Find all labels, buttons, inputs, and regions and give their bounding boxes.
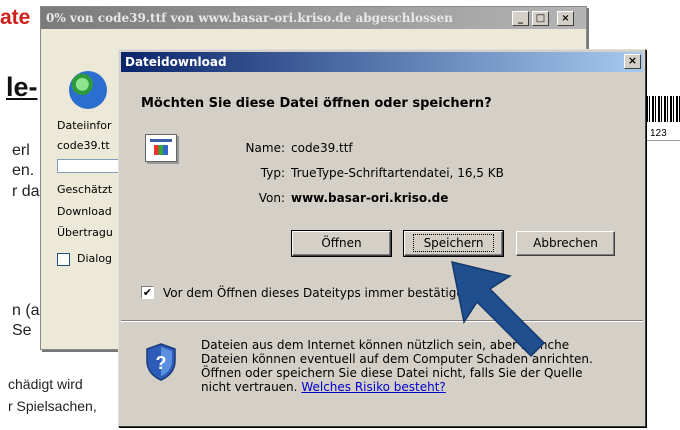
page-text-line: Se — [12, 322, 32, 339]
progress-text-line: Geschätzt — [57, 183, 113, 196]
page-red-heading-fragment: ate — [0, 6, 31, 29]
svg-text:?: ? — [156, 353, 167, 373]
file-type: TrueType-Schriftartendatei, 16,5 KB — [291, 166, 504, 180]
save-button-label: Speichern — [412, 234, 495, 252]
maximize-button[interactable]: □ — [532, 11, 549, 26]
progress-window-title: 0% von code39.ttf von www.basar-ori.kris… — [41, 7, 586, 29]
open-button[interactable]: Öffnen — [291, 230, 392, 257]
name-label: Name: — [245, 141, 285, 155]
font-file-icon — [145, 134, 177, 162]
file-name: code39.ttf — [291, 141, 353, 155]
cancel-button[interactable]: Abbrechen — [516, 231, 615, 256]
risk-info-link[interactable]: Welches Risiko besteht? — [301, 380, 446, 394]
dialog-title: Dateidownload — [121, 52, 643, 72]
progress-text-line: Dateiinfor — [57, 119, 112, 132]
close-dialog-checkbox[interactable] — [57, 253, 70, 266]
globe-icon — [69, 71, 107, 109]
always-ask-checkbox[interactable]: ✔ — [141, 286, 154, 299]
page-text-line: erl — [12, 142, 30, 159]
page-text-line: n (a — [12, 302, 40, 319]
divider — [640, 140, 680, 141]
always-ask-checkbox-label: Vor dem Öffnen dieses Dateityps immer be… — [163, 286, 472, 300]
barcode-number: 123 — [650, 128, 667, 139]
dialog-question: Möchten Sie diese Datei öffnen oder spei… — [141, 96, 492, 111]
divider — [121, 320, 643, 322]
page-heading-fragment: le- — [6, 72, 38, 102]
type-label: Typ: — [260, 166, 285, 180]
minimize-button[interactable]: _ — [512, 11, 529, 26]
save-button[interactable]: Speichern — [403, 230, 504, 257]
close-dialog-checkbox-label: Dialog — [77, 252, 113, 265]
security-shield-icon: ? — [146, 343, 176, 381]
page-text-line: r Spielsachen, — [8, 398, 97, 414]
page-text-line: r da — [12, 183, 40, 200]
progress-text-line: Übertragu — [57, 226, 113, 239]
dialog-close-button[interactable]: × — [624, 54, 641, 69]
progress-text-line: Download — [57, 205, 112, 218]
file-download-dialog: Dateidownload × Möchten Sie diese Datei … — [118, 49, 646, 427]
from-label: Von: — [258, 191, 285, 205]
file-source: www.basar-ori.kriso.de — [291, 191, 449, 205]
security-warning: Dateien aus dem Internet können nützlich… — [201, 338, 611, 394]
page-text-line: chädigt wird — [8, 376, 83, 392]
barcode-image — [646, 96, 680, 122]
progress-text-line: code39.tt — [57, 139, 110, 152]
page-text-line: en. — [12, 162, 35, 179]
progress-bar — [57, 159, 127, 173]
close-button[interactable]: × — [557, 11, 574, 26]
